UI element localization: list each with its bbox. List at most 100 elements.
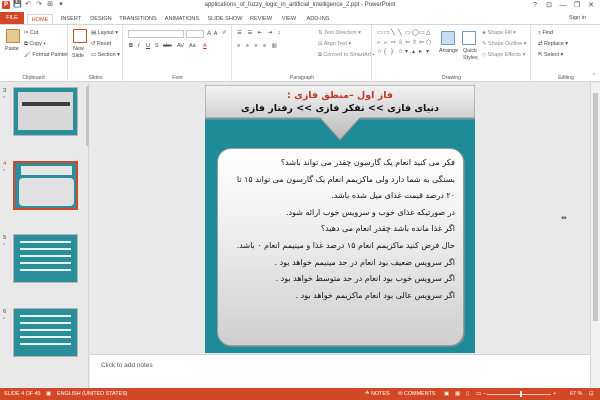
tab-home[interactable]: HOME [27,14,53,24]
notes-placeholder[interactable]: Click to add notes [101,362,153,369]
shapes-gallery[interactable]: ▭ ▭ ╲ ╲ ▭ ◯ ▭ △ ⌐ ⌐ ⇨ ⇩ ⇦ ⇧ ⇦ ⬠ ☆{} ☆ ▾ ▴ ▸ ▾ [377,30,433,58]
zoom-level[interactable]: 67 % [570,391,582,397]
zoom-slider[interactable] [487,393,551,395]
content-line: حال فرض کنید ماکزیمم انعام ۱۵ درصد غذا و… [236,240,455,250]
font-group: A A ✐ B I U S abc AV Aa A Font [124,25,232,82]
paste-button[interactable]: Paste [5,46,19,52]
layout-icon: ▤ [91,30,97,36]
thumbnail-number: 5 [3,235,7,241]
language-indicator[interactable]: ENGLISH (UNITED STATES) [57,391,127,397]
section-button[interactable]: ▭ Section ▾ [91,52,120,58]
thumbnail-graphic [19,178,74,206]
reading-view-icon[interactable]: ▯ [466,391,469,397]
ribbon-display-icon[interactable]: ⊡ [542,0,556,11]
slides-label: Slides [88,75,103,81]
font-size-combobox[interactable] [186,30,204,38]
slide-subtitle[interactable]: دنیای فازی >> تفکر فازی >> رفتار فازی [205,103,475,114]
italic-button[interactable]: I [138,43,140,49]
tab-transitions[interactable]: TRANSITIONS [118,14,158,24]
convert-smartart-button[interactable]: ⧉ Convert to SmartArt ▾ [318,52,375,59]
arrange-icon[interactable] [441,31,455,45]
character-spacing-button[interactable]: AV [177,43,184,49]
slide-thumbnail-6[interactable] [13,308,78,357]
paste-icon[interactable] [6,29,20,43]
new-slide-button-line2[interactable]: Slide [72,53,84,59]
content-placeholder[interactable]: فکر می کنید انعام یک گارسون چقدر می توان… [217,148,464,346]
thumbnails-scrollbar[interactable] [86,86,89,146]
thumbnail-graphic [20,248,71,250]
help-button[interactable]: ? [528,0,542,11]
content-line: فکر می کنید انعام یک گارسون چقدر می توان… [280,158,455,167]
comments-toggle[interactable]: ✉ COMMENTS [398,391,435,397]
grow-font-button[interactable]: A [207,30,211,37]
bullets-icon[interactable]: ☰ ☰ ⇤ ⇥ ↕ [237,30,282,36]
slide-canvas[interactable]: فاز اول –منطق فازی : دنیای فازی >> تفکر … [205,85,475,353]
slide-title[interactable]: فاز اول –منطق فازی : [205,90,475,101]
quick-styles-icon[interactable] [462,31,476,45]
strikethrough-button[interactable]: abc [163,43,172,49]
zoom-slider-handle[interactable] [520,391,522,397]
copy-icon: ⧉ [24,41,28,47]
new-slide-button[interactable]: New [73,46,84,52]
font-name-combobox[interactable] [128,30,184,38]
replace-button[interactable]: ⇄ Replace ▾ [538,41,568,47]
text-direction-button[interactable]: ⇅ Text Direction ▾ [318,30,361,36]
layout-button[interactable]: ▤ Layout ▾ [91,30,118,36]
notes-pane[interactable]: Click to add notes [90,354,590,388]
arrange-button[interactable]: Arrange [439,48,458,54]
spellcheck-icon[interactable]: ▣ [46,391,51,397]
shape-outline-button[interactable]: ✎ Shape Outline ▾ [482,41,526,47]
thumbnail-graphic [21,166,72,175]
content-text[interactable]: فکر می کنید انعام یک گارسون چقدر می توان… [219,155,455,304]
tab-file[interactable]: FILE [0,12,24,24]
quick-styles-button-line2[interactable]: Styles [463,55,478,61]
collapse-ribbon-icon[interactable]: ⌃ [592,73,596,79]
title-bar: P 💾 ↶ ↷ ⊞ ▾ applications_of_fuzzy_logic_… [0,0,600,12]
tab-design[interactable]: DESIGN [88,14,114,24]
font-color-button[interactable]: A [203,43,207,49]
new-slide-icon[interactable] [73,29,87,43]
tab-insert[interactable]: INSERT [58,14,84,24]
underline-button[interactable]: U [146,43,150,49]
clear-formatting-icon[interactable]: ✐ [222,30,227,36]
zoom-out-button[interactable]: − [483,391,486,397]
zoom-in-button[interactable]: + [553,391,556,397]
fit-slide-icon[interactable]: ⊡ [589,391,594,397]
align-text-button[interactable]: ⊟ Align Text ▾ [318,41,351,47]
normal-view-icon[interactable]: ▣ [444,391,449,397]
restore-button[interactable]: ❐ [570,0,584,11]
find-button[interactable]: ⌕ Find [538,30,553,37]
scrollbar-thumb[interactable] [593,93,598,321]
slideshow-view-icon[interactable]: ▭ [476,391,481,397]
sign-in-link[interactable]: Sign in [569,15,586,21]
slide-thumbnail-5[interactable] [13,234,78,283]
tab-slide-show[interactable]: SLIDE SHOW [206,14,244,24]
tab-review[interactable]: REVIEW [248,14,274,24]
format-painter-button[interactable]: 🖌 Format Painter [24,52,68,58]
select-button[interactable]: ⇱ Select ▾ [538,52,563,58]
quick-styles-button[interactable]: Quick [463,48,477,54]
shape-effects-button[interactable]: ◇ Shape Effects ▾ [482,52,525,58]
copy-button[interactable]: ⧉ Copy ▾ [24,41,46,48]
slide-thumbnail-3[interactable] [13,87,78,136]
reset-button[interactable]: ↺ Reset [91,41,111,47]
notes-toggle[interactable]: ≙ NOTES [365,391,390,397]
thumbnail-number: 6 [3,309,7,315]
slide-thumbnail-4[interactable] [13,161,78,210]
tab-view[interactable]: VIEW [278,14,300,24]
cut-button[interactable]: ✂ Cut [24,30,38,36]
minimize-button[interactable]: — [556,0,570,11]
align-icon[interactable]: ≡ ≡ ≡ ≡ ▥ [237,43,279,49]
slide-sorter-icon[interactable]: ▦ [455,391,460,397]
shrink-font-button[interactable]: A [214,31,217,37]
tab-animations[interactable]: ANIMATIONS [162,14,202,24]
content-line: اگر سرویس ضعیف بود انعام در حد مینیمم خو… [274,257,455,267]
close-button[interactable]: ✕ [584,0,598,11]
change-case-button[interactable]: Aa [189,43,196,49]
bold-button[interactable]: B [129,43,133,49]
scissors-icon: ✂ [24,30,29,36]
shadow-button[interactable]: S [155,43,159,49]
shape-fill-button[interactable]: ◈ Shape Fill ▾ [482,30,516,36]
editor-scrollbar[interactable] [590,83,600,388]
tab-add-ins[interactable]: ADD-INS [304,14,332,24]
